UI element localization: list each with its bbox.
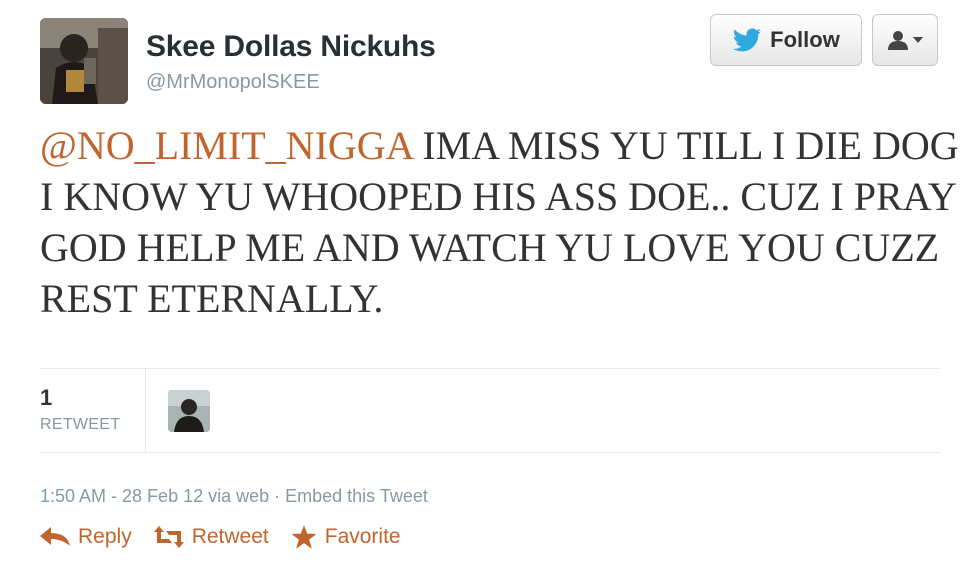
star-icon xyxy=(291,524,317,549)
twitter-bird-icon xyxy=(733,28,762,52)
tweet-text: @NO_LIMIT_NIGGA IMA MISS YU TILL I DIE D… xyxy=(40,120,960,324)
retweet-icon xyxy=(153,526,184,548)
stats-divider-top xyxy=(40,368,940,369)
tweet-card: Skee Dollas Nickuhs @MrMonopolSKEE Follo… xyxy=(0,0,980,569)
follow-button[interactable]: Follow xyxy=(710,14,862,66)
stats-divider-bottom xyxy=(40,452,940,453)
retweet-count[interactable]: 1 xyxy=(40,385,52,411)
retweet-count-label: RETWEET xyxy=(40,416,121,433)
favorite-label: Favorite xyxy=(324,525,401,548)
embed-tweet-link[interactable]: Embed this Tweet xyxy=(285,486,428,506)
retweet-action[interactable]: Retweet xyxy=(153,525,269,549)
author-handle[interactable]: @MrMonopolSKEE xyxy=(146,71,320,94)
user-actions-dropdown-button[interactable] xyxy=(872,14,938,66)
caret-down-icon xyxy=(913,37,923,43)
retweet-label: Retweet xyxy=(191,525,269,548)
reply-label: Reply xyxy=(78,525,132,548)
person-icon xyxy=(888,31,908,50)
tweet-meta: 1:50 AM - 28 Feb 12 via web · Embed this… xyxy=(40,486,428,507)
reply-action[interactable]: Reply xyxy=(40,525,132,549)
mention-link[interactable]: @NO_LIMIT_NIGGA xyxy=(40,123,412,168)
follow-button-label: Follow xyxy=(770,27,840,52)
tweet-via: via web · xyxy=(203,486,286,506)
retweeter-avatar[interactable] xyxy=(168,390,210,432)
author-name[interactable]: Skee Dollas Nickuhs xyxy=(146,30,436,64)
stats-divider-vertical xyxy=(145,369,146,452)
favorite-action[interactable]: Favorite xyxy=(291,524,401,550)
tweet-actions: Reply Retweet Favorite xyxy=(40,520,423,554)
author-avatar[interactable] xyxy=(40,18,128,104)
tweet-timestamp-link[interactable]: 1:50 AM - 28 Feb 12 xyxy=(40,486,203,506)
reply-icon xyxy=(40,527,70,546)
